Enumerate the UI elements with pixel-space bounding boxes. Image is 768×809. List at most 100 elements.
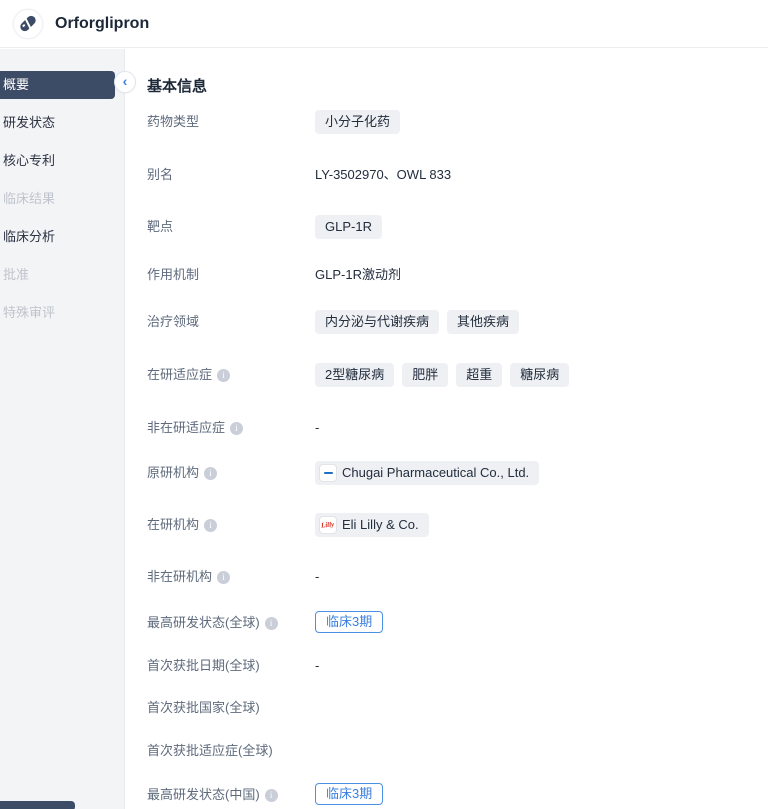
field-label: 别名: [147, 163, 315, 187]
field-value: -: [315, 565, 768, 589]
field-row-therapeutic-areas: 治疗领域 内分泌与代谢疾病其他疾病: [147, 310, 768, 363]
info-icon[interactable]: i: [265, 617, 278, 630]
field-label-text: 作用机制: [147, 263, 199, 287]
value-tag[interactable]: 小分子化药: [315, 110, 400, 134]
value-text: GLP-1R激动剂: [315, 263, 401, 287]
field-label-text: 原研机构: [147, 461, 199, 485]
field-label: 非在研适应症 i: [147, 416, 315, 440]
phase-badge[interactable]: 临床3期: [315, 783, 383, 805]
value-tag[interactable]: 超重: [456, 363, 502, 387]
chevron-left-icon: ‹: [123, 74, 128, 88]
field-value: Chugai Pharmaceutical Co., Ltd.: [315, 461, 768, 485]
field-value: 2型糖尿病肥胖超重糖尿病: [315, 363, 768, 387]
org-name: Chugai Pharmaceutical Co., Ltd.: [342, 461, 529, 485]
field-label-text: 首次获批适应症(全球): [147, 739, 273, 763]
sidebar-item-rd-status[interactable]: 研发状态: [0, 109, 124, 137]
field-value: -: [315, 654, 768, 678]
info-icon[interactable]: i: [204, 467, 217, 480]
org-tag[interactable]: Chugai Pharmaceutical Co., Ltd.: [315, 461, 539, 485]
field-value: 临床3期: [315, 611, 768, 633]
field-label-text: 别名: [147, 163, 173, 187]
field-row-indications-active: 在研适应症 i 2型糖尿病肥胖超重糖尿病: [147, 363, 768, 416]
org-tag[interactable]: Lilly Eli Lilly & Co.: [315, 513, 429, 537]
field-label-text: 治疗领域: [147, 310, 199, 334]
field-value: Lilly Eli Lilly & Co.: [315, 513, 768, 537]
value-tag[interactable]: 糖尿病: [510, 363, 569, 387]
field-label: 非在研机构 i: [147, 565, 315, 589]
field-value: GLP-1R: [315, 215, 768, 239]
field-label: 原研机构 i: [147, 461, 315, 485]
field-row-alias: 别名 LY-3502970、OWL 833: [147, 163, 768, 215]
phase-badge[interactable]: 临床3期: [315, 611, 383, 633]
field-label-text: 在研适应症: [147, 363, 212, 387]
field-row-highest-status-global: 最高研发状态(全球)i临床3期: [147, 611, 768, 654]
field-row-developer: 在研机构 i Lilly Eli Lilly & Co.: [147, 513, 768, 565]
drug-detail-page: Orforglipron 概要研发状态核心专利临床结果临床分析批准特殊审评 ‹ …: [0, 0, 768, 809]
value-tag[interactable]: 肥胖: [402, 363, 448, 387]
field-label: 最高研发状态(中国) i: [147, 783, 315, 807]
field-value: 临床3期: [315, 783, 768, 805]
info-icon[interactable]: i: [265, 789, 278, 802]
field-row-drug-type: 药物类型 小分子化药: [147, 110, 768, 163]
field-row-non-developer: 非在研机构 i -: [147, 565, 768, 611]
sidebar-item-overview[interactable]: 概要: [0, 71, 115, 99]
sidebar-item-clinical-results: 临床结果: [0, 185, 124, 213]
field-label-text: 首次获批日期(全球): [147, 654, 260, 678]
sidebar-item-clinical-analysis[interactable]: 临床分析: [0, 223, 124, 251]
field-row-highest-status-china: 最高研发状态(中国) i 临床3期: [147, 783, 768, 809]
sidebar-nav: 概要研发状态核心专利临床结果临床分析批准特殊审评: [0, 71, 124, 327]
drug-name-title: Orforglipron: [55, 15, 149, 33]
field-label-text: 在研机构: [147, 513, 199, 537]
field-label: 在研适应症 i: [147, 363, 315, 387]
field-row-target: 靶点 GLP-1R: [147, 215, 768, 263]
sidebar-item-special-review: 特殊审评: [0, 299, 124, 327]
field-value: -: [315, 416, 768, 440]
field-label: 作用机制: [147, 263, 315, 287]
field-row-indications-inactive: 非在研适应症 i -: [147, 416, 768, 461]
info-icon[interactable]: i: [217, 571, 230, 584]
chugai-logo: [320, 465, 336, 481]
sidebar-item-core-patents[interactable]: 核心专利: [0, 147, 124, 175]
field-label: 治疗领域: [147, 310, 315, 334]
pill-icon: [18, 14, 37, 33]
field-label: 首次获批适应症(全球): [147, 739, 315, 763]
field-value: GLP-1R激动剂: [315, 263, 768, 287]
org-name: Eli Lilly & Co.: [342, 513, 419, 537]
sidebar: 概要研发状态核心专利临床结果临床分析批准特殊审评: [0, 49, 125, 809]
field-label: 药物类型: [147, 110, 315, 134]
collapse-sidebar-button[interactable]: ‹: [114, 71, 136, 93]
field-label-text: 首次获批国家(全球): [147, 696, 260, 720]
value-tag[interactable]: 内分泌与代谢疾病: [315, 310, 439, 334]
section-title: 基本信息: [147, 75, 768, 96]
value-tag[interactable]: GLP-1R: [315, 215, 382, 239]
field-row-first-approval-indication-global: 首次获批适应症(全球): [147, 739, 768, 783]
value-text: -: [315, 416, 319, 440]
value-tag[interactable]: 其他疾病: [447, 310, 519, 334]
field-label-text: 最高研发状态(中国): [147, 783, 260, 807]
field-label: 首次获批国家(全球): [147, 696, 315, 720]
field-label: 最高研发状态(全球)i: [147, 611, 315, 635]
sidebar-item-partial[interactable]: [0, 801, 75, 809]
value-text: -: [315, 565, 319, 589]
field-label: 靶点: [147, 215, 315, 239]
value-text: LY-3502970、OWL 833: [315, 163, 451, 187]
field-value: LY-3502970、OWL 833: [315, 163, 768, 187]
field-label: 首次获批日期(全球): [147, 654, 315, 678]
lilly-logo: Lilly: [320, 517, 336, 533]
sidebar-item-approval: 批准: [0, 261, 124, 289]
value-text: -: [315, 654, 319, 678]
chugai-logo-mark: [324, 472, 333, 474]
info-icon[interactable]: i: [230, 422, 243, 435]
info-icon[interactable]: i: [204, 519, 217, 532]
value-tag[interactable]: 2型糖尿病: [315, 363, 394, 387]
field-value: 内分泌与代谢疾病其他疾病: [315, 310, 768, 334]
page-header: Orforglipron: [0, 0, 768, 48]
lilly-logo-mark: Lilly: [320, 517, 336, 533]
field-row-first-approval-date-global: 首次获批日期(全球) -: [147, 654, 768, 696]
field-label-text: 靶点: [147, 215, 173, 239]
info-icon[interactable]: i: [217, 369, 230, 382]
field-label-text: 非在研适应症: [147, 416, 225, 440]
field-label-text: 非在研机构: [147, 565, 212, 589]
drug-avatar: [13, 9, 43, 39]
field-label-text: 药物类型: [147, 110, 199, 134]
